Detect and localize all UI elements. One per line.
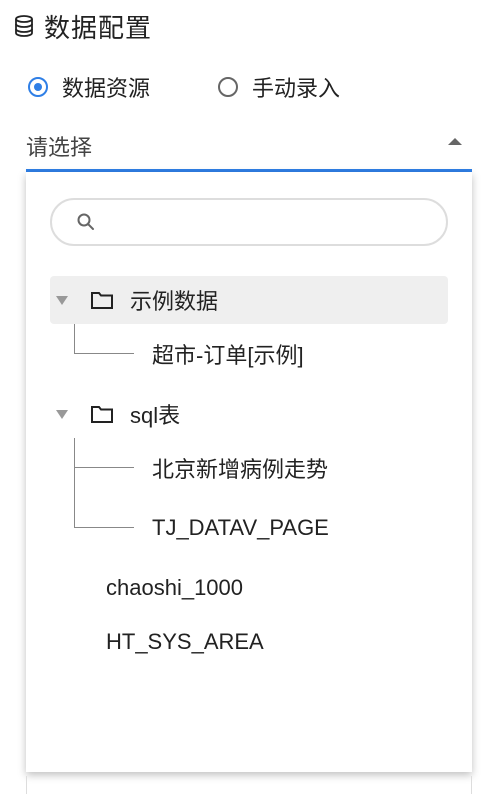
expand-triangle-icon[interactable] <box>56 295 68 305</box>
section-title: 数据配置 <box>44 12 153 43</box>
tree-leaf-beijing-cases[interactable]: 北京新增病例走势 <box>152 452 328 484</box>
tree-node-label: sql表 <box>130 403 181 428</box>
tree-leaf-chaoshi-1000[interactable]: chaoshi_1000 <box>106 572 243 604</box>
folder-icon <box>91 292 113 309</box>
tree-leaf-supermarket-orders[interactable]: 超市-订单[示例] <box>152 338 304 370</box>
tree-connector-line <box>74 527 134 528</box>
tree-node-label: 示例数据 <box>130 289 219 314</box>
select-value: 请选择 <box>26 135 93 160</box>
radio-label: 手动录入 <box>252 76 341 101</box>
tree-search-box[interactable] <box>50 198 448 246</box>
select-dropdown: 示例数据 超市-订单[示例] sql表 北京新增病例走势 TJ_DATAV_PA… <box>26 172 472 772</box>
search-icon <box>77 213 94 230</box>
database-icon <box>15 15 33 37</box>
tree-node-label: 北京新增病例走势 <box>152 457 329 482</box>
radio-checked-icon <box>28 77 48 97</box>
data-source-select[interactable]: 请选择 <box>26 122 472 172</box>
radio-manual-entry[interactable]: 手动录入 <box>218 71 340 103</box>
data-config-panel: 数据配置 数据资源 手动录入 请选择 示例数据 超市-订单[示例] sql表 北… <box>0 0 496 794</box>
radio-unchecked-icon <box>218 77 239 97</box>
tree-connector-line <box>74 324 75 354</box>
tree-connector-line <box>74 353 134 354</box>
radio-label: 数据资源 <box>62 76 151 101</box>
tree-folder-example-data[interactable]: 示例数据 <box>50 276 448 324</box>
tree-leaf-tj-datav-page[interactable]: TJ_DATAV_PAGE <box>152 512 329 544</box>
source-mode-radio-group: 数据资源 手动录入 <box>28 70 340 104</box>
search-input[interactable] <box>106 201 446 243</box>
tree-node-label: TJ_DATAV_PAGE <box>152 515 329 540</box>
underlying-border <box>26 776 27 794</box>
tree-folder-sql-table[interactable]: sql表 <box>50 390 448 438</box>
folder-icon <box>91 406 113 423</box>
underlying-border <box>471 776 472 794</box>
tree-node-label: chaoshi_1000 <box>106 575 244 600</box>
tree-connector-line <box>74 438 75 528</box>
tree-connector-line <box>74 467 134 468</box>
tree-node-label: HT_SYS_AREA <box>106 629 264 654</box>
tree-node-label: 超市-订单[示例] <box>152 343 304 368</box>
radio-data-resource[interactable]: 数据资源 <box>28 71 150 103</box>
section-header: 数据配置 <box>12 8 152 44</box>
caret-up-icon <box>448 138 462 145</box>
expand-triangle-icon[interactable] <box>56 409 68 419</box>
tree-leaf-ht-sys-area[interactable]: HT_SYS_AREA <box>106 626 264 658</box>
